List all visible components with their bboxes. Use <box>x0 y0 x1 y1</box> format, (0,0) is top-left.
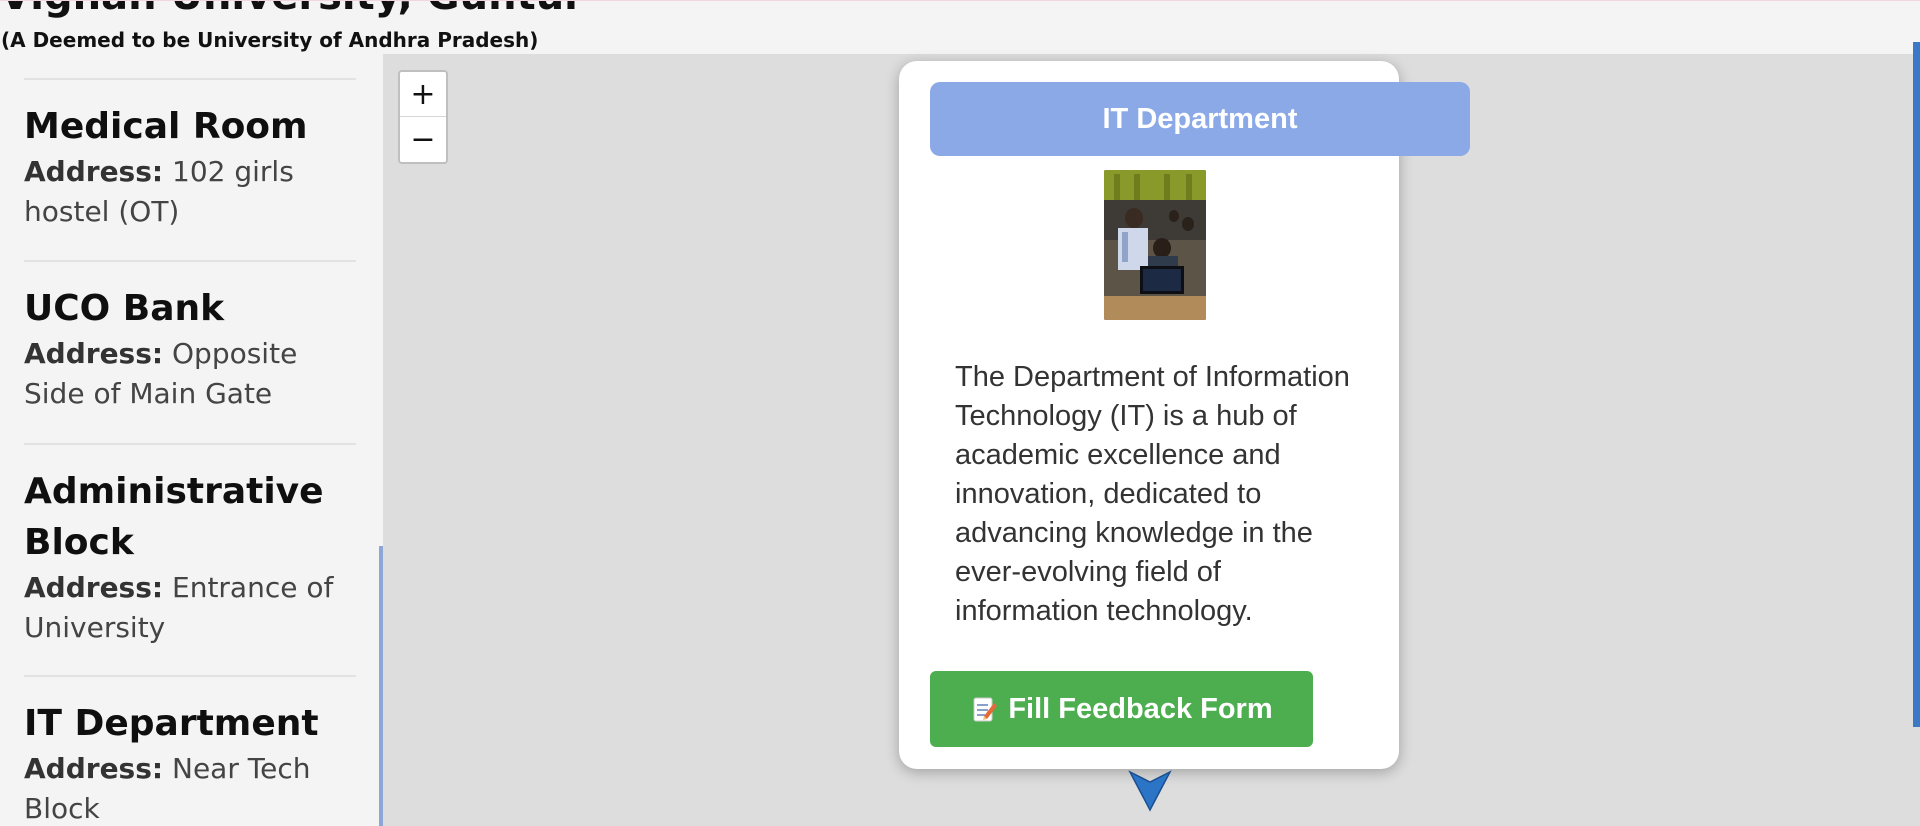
location-name: Medical Room <box>24 106 308 147</box>
page-scrollbar[interactable] <box>1913 42 1920 727</box>
address-label: Address: <box>24 337 164 370</box>
location-address: Address: Opposite Side of Main Gate <box>24 334 356 414</box>
divider <box>24 675 356 677</box>
popup-title: IT Department <box>930 82 1470 156</box>
location-item-medical-room[interactable]: Medical Room Address: 102 girls hostel (… <box>24 101 356 232</box>
feedback-button-label: Fill Feedback Form <box>1008 692 1273 725</box>
university-subtitle: (A Deemed to be University of Andhra Pra… <box>1 28 539 52</box>
popup-description: The Department of Information Technology… <box>955 361 1350 627</box>
page-header: Vignan University, Guntur (A Deemed to b… <box>0 0 1920 54</box>
divider <box>24 78 356 80</box>
location-popup: IT Department The Department of Informat… <box>899 61 1470 769</box>
location-item-uco-bank[interactable]: UCO Bank Address: Opposite Side of Main … <box>24 283 356 414</box>
location-name: UCO Bank <box>24 288 225 329</box>
zoom-control: + − <box>398 70 448 164</box>
divider <box>24 260 356 262</box>
department-photo <box>1104 170 1206 320</box>
map-marker-icon[interactable] <box>1128 766 1172 816</box>
location-item-administrative-block[interactable]: Administrative Block Address: Entrance o… <box>24 466 356 648</box>
divider <box>24 443 356 445</box>
address-label: Address: <box>24 155 164 188</box>
location-item-it-department[interactable]: IT Department Address: Near Tech Block <box>24 698 356 826</box>
location-address: Address: Entrance of University <box>24 568 356 648</box>
memo-icon <box>970 695 998 723</box>
address-label: Address: <box>24 571 164 604</box>
location-name: IT Department <box>24 703 319 744</box>
feedback-form-button[interactable]: Fill Feedback Form <box>930 671 1313 747</box>
zoom-in-button[interactable]: + <box>400 72 446 117</box>
location-address: Address: Near Tech Block <box>24 749 356 826</box>
address-label: Address: <box>24 752 164 785</box>
zoom-out-button[interactable]: − <box>400 117 446 162</box>
locations-sidebar[interactable]: Medical Room Address: 102 girls hostel (… <box>0 54 383 826</box>
location-name: Administrative Block <box>24 471 324 563</box>
university-title: Vignan University, Guntur <box>0 1 584 19</box>
location-address: Address: 102 girls hostel (OT) <box>24 152 356 232</box>
